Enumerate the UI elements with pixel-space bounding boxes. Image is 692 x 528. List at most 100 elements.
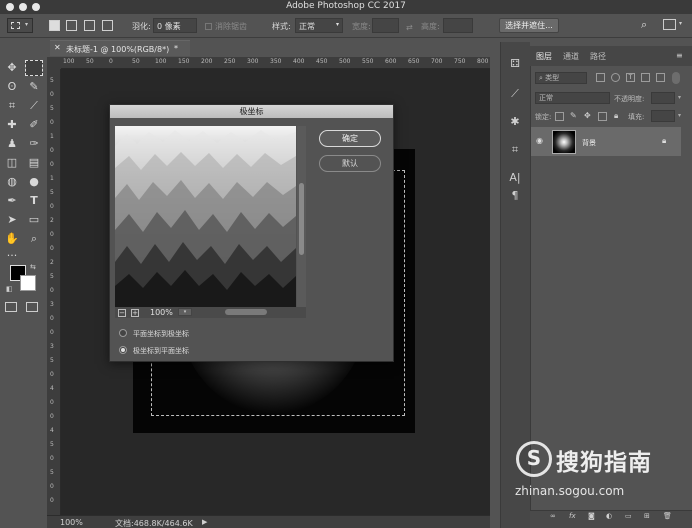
more-tools-icon[interactable]: ··· bbox=[3, 248, 21, 264]
add-mask-icon[interactable]: ◙ bbox=[588, 512, 595, 520]
search-icon[interactable]: ⌕ bbox=[641, 18, 647, 32]
visibility-eye-icon[interactable]: ◉ bbox=[536, 136, 543, 145]
history-brush-tool-icon[interactable]: ✑ bbox=[25, 136, 43, 152]
filter-shape-icon[interactable] bbox=[641, 73, 650, 82]
fill-input[interactable] bbox=[651, 110, 675, 122]
quick-selection-tool-icon[interactable]: ✎ bbox=[25, 79, 43, 95]
filter-preview[interactable] bbox=[115, 126, 296, 307]
chevron-down-icon[interactable]: ▾ bbox=[679, 20, 682, 27]
zoom-tool-icon[interactable]: ⌕ bbox=[25, 231, 43, 247]
polar-to-rect-label[interactable]: 极坐标到平面坐标 bbox=[133, 346, 189, 356]
preview-horizontal-scrollbar[interactable] bbox=[115, 307, 306, 318]
blur-tool-icon[interactable]: ◍ bbox=[3, 174, 21, 190]
filter-adjustment-icon[interactable] bbox=[611, 73, 620, 82]
filter-pixel-icon[interactable] bbox=[596, 73, 605, 82]
width-input[interactable] bbox=[372, 18, 399, 33]
gradient-tool-icon[interactable]: ▤ bbox=[25, 155, 43, 171]
zoom-dropdown[interactable]: ▾ bbox=[178, 308, 192, 316]
ruler-origin[interactable] bbox=[47, 57, 61, 69]
tab-layers[interactable]: 图层 bbox=[536, 51, 552, 62]
tab-paths[interactable]: 路径 bbox=[590, 51, 606, 62]
swap-colors-icon[interactable]: ⇆ bbox=[30, 263, 36, 271]
tab-channels[interactable]: 通道 bbox=[563, 51, 579, 62]
marquee-tool-icon[interactable] bbox=[25, 60, 43, 76]
zoom-out-button[interactable]: − bbox=[118, 309, 126, 317]
add-to-selection-icon[interactable] bbox=[66, 20, 77, 31]
workspace-icon[interactable] bbox=[663, 19, 676, 30]
layer-lock-icon[interactable]: 🔒︎ bbox=[662, 136, 666, 146]
layer-style-icon[interactable]: fx bbox=[569, 512, 576, 520]
select-and-mask-button[interactable]: 选择并遮住... bbox=[499, 18, 559, 33]
swap-icon[interactable]: ⇄ bbox=[406, 23, 413, 32]
zoom-in-button[interactable]: + bbox=[131, 309, 139, 317]
hand-tool-icon[interactable]: ✋ bbox=[3, 231, 21, 247]
crop-tool-icon[interactable]: ⌗ bbox=[3, 98, 21, 114]
default-button[interactable]: 默认 bbox=[319, 155, 381, 172]
link-layers-icon[interactable]: ∞ bbox=[550, 512, 556, 520]
feather-input[interactable]: 0 像素 bbox=[153, 18, 197, 33]
chevron-down-icon[interactable]: ▾ bbox=[678, 112, 681, 119]
eraser-tool-icon[interactable]: ◫ bbox=[3, 155, 21, 171]
paragraph-icon[interactable]: ¶ bbox=[507, 188, 523, 204]
move-tool-icon[interactable]: ✥ bbox=[3, 60, 21, 76]
chevron-down-icon[interactable]: ▾ bbox=[678, 94, 681, 101]
libraries-icon[interactable]: ⚃ bbox=[507, 56, 523, 72]
dodge-tool-icon[interactable]: ● bbox=[25, 174, 43, 190]
pen-tool-icon[interactable]: ✒ bbox=[3, 193, 21, 209]
style-select[interactable]: 正常 ▾ bbox=[295, 18, 343, 33]
filter-type-icon[interactable]: T bbox=[626, 73, 635, 82]
quick-mask-icon[interactable] bbox=[5, 302, 17, 312]
character-icon[interactable]: A| bbox=[507, 170, 523, 186]
document-tab[interactable]: ✕ 未标题-1 @ 100%(RGB/8*) * bbox=[50, 40, 190, 56]
filter-smart-object-icon[interactable] bbox=[656, 73, 665, 82]
new-selection-icon[interactable] bbox=[49, 20, 60, 31]
subtract-from-selection-icon[interactable] bbox=[84, 20, 95, 31]
blend-mode-select[interactable]: 正常 bbox=[535, 92, 610, 104]
lock-all-icon[interactable]: 🔒︎ bbox=[614, 111, 618, 121]
screen-mode-icon[interactable] bbox=[26, 302, 38, 312]
filter-toggle[interactable] bbox=[672, 72, 680, 84]
type-tool-icon[interactable]: T bbox=[25, 193, 43, 209]
shape-tool-icon[interactable]: ▭ bbox=[25, 212, 43, 228]
background-color-swatch[interactable] bbox=[20, 275, 36, 291]
tool-preset-picker[interactable]: ▾ bbox=[7, 18, 33, 33]
lasso-tool-icon[interactable]: ʘ bbox=[3, 79, 21, 95]
eyedropper-tool-icon[interactable]: ⟋ bbox=[25, 98, 43, 114]
radio-polar-to-rect[interactable] bbox=[119, 346, 127, 354]
close-tab-icon[interactable]: ✕ bbox=[54, 43, 61, 52]
height-input[interactable] bbox=[443, 18, 473, 33]
new-layer-icon[interactable]: ⊞ bbox=[644, 512, 650, 520]
brush-tool-icon[interactable]: ✐ bbox=[25, 117, 43, 133]
default-colors-icon[interactable]: ◧ bbox=[6, 285, 13, 293]
new-group-icon[interactable]: ▭ bbox=[625, 512, 632, 520]
ok-button[interactable]: 确定 bbox=[319, 130, 381, 147]
healing-brush-tool-icon[interactable]: ✚ bbox=[3, 117, 21, 133]
vertical-ruler[interactable]: 5 0 5 0 1 0 0 1 5 0 2 0 0 2 5 0 3 0 0 3 5 0 4 0 0 4 5 0 5 0 0 bbox=[47, 69, 61, 515]
new-adjustment-layer-icon[interactable]: ◐ bbox=[606, 512, 612, 520]
intersect-selection-icon[interactable] bbox=[102, 20, 113, 31]
lock-transparent-icon[interactable] bbox=[555, 112, 564, 121]
horizontal-ruler[interactable]: 100 50 0 50 100 150 200 250 300 350 400 450 500 550 60… bbox=[61, 57, 490, 69]
lock-image-icon[interactable]: ✎ bbox=[570, 111, 577, 120]
delete-layer-icon[interactable]: 🗑︎ bbox=[663, 512, 672, 520]
status-menu-arrow-icon[interactable]: ▶ bbox=[202, 518, 207, 526]
chevron-down-icon: ▾ bbox=[25, 21, 29, 28]
antialias-checkbox[interactable] bbox=[205, 23, 212, 30]
crop-icon[interactable]: ⌗ bbox=[507, 142, 523, 158]
puzzle-icon[interactable]: ✱ bbox=[507, 114, 523, 130]
lock-position-icon[interactable]: ✥ bbox=[584, 111, 591, 120]
clone-stamp-tool-icon[interactable]: ♟ bbox=[3, 136, 21, 152]
preview-horizontal-scroll-thumb[interactable] bbox=[225, 309, 267, 315]
radio-rect-to-polar[interactable] bbox=[119, 329, 127, 337]
opacity-input[interactable] bbox=[651, 92, 675, 104]
panel-menu-icon[interactable]: ≡ bbox=[676, 51, 683, 60]
layer-name[interactable]: 背景 bbox=[582, 138, 596, 148]
path-selection-tool-icon[interactable]: ➤ bbox=[3, 212, 21, 228]
lock-artboard-icon[interactable] bbox=[598, 112, 607, 121]
kind-filter-select[interactable]: ⌕ 类型 bbox=[535, 72, 587, 84]
curves-icon[interactable]: ⟋ bbox=[507, 86, 523, 102]
status-zoom[interactable]: 100% bbox=[60, 518, 83, 527]
rect-to-polar-label[interactable]: 平面坐标到极坐标 bbox=[133, 329, 189, 339]
preview-vertical-scroll-thumb[interactable] bbox=[299, 183, 304, 255]
title-bar: Adobe Photoshop CC 2017 bbox=[0, 0, 692, 14]
